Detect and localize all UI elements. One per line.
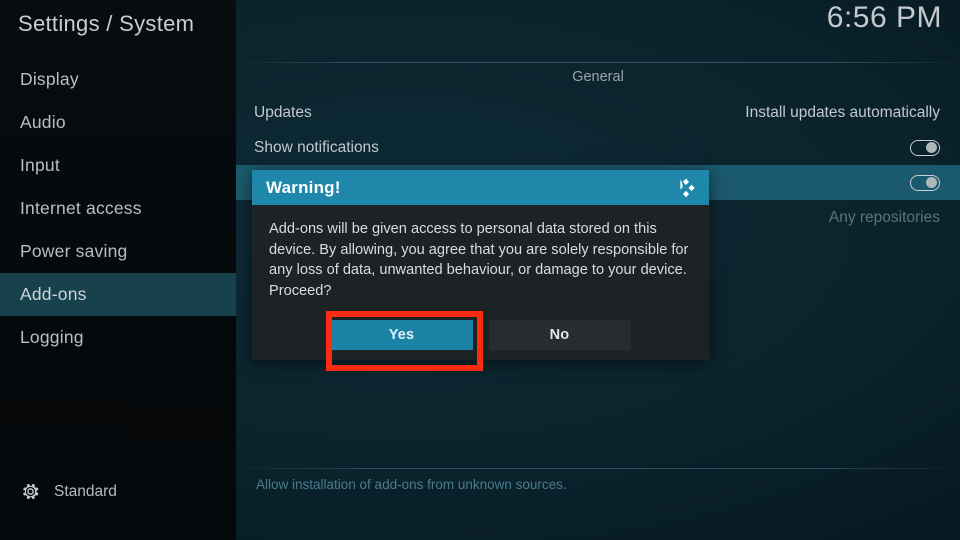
sidebar-item-label: Display bbox=[20, 69, 79, 89]
dialog-message: Add-ons will be given access to personal… bbox=[269, 221, 689, 299]
setting-value: Install updates automatically bbox=[745, 103, 940, 121]
sidebar-item-display[interactable]: Display bbox=[0, 58, 236, 101]
sidebar: Display Audio Input Internet access Powe… bbox=[0, 0, 236, 540]
setting-row-show-notifications[interactable]: Show notifications bbox=[236, 130, 960, 165]
clock: 6:56 PM bbox=[826, 1, 942, 34]
sidebar-item-input[interactable]: Input bbox=[0, 144, 236, 187]
sidebar-item-label: Internet access bbox=[20, 198, 142, 218]
sidebar-item-audio[interactable]: Audio bbox=[0, 101, 236, 144]
yes-button[interactable]: Yes bbox=[330, 320, 473, 350]
sidebar-item-add-ons[interactable]: Add-ons bbox=[0, 273, 236, 316]
unknown-sources-toggle[interactable] bbox=[910, 174, 940, 191]
dialog-title: Warning! bbox=[266, 177, 341, 197]
kodi-logo-icon bbox=[673, 176, 697, 200]
setting-label: Show notifications bbox=[254, 138, 379, 156]
dialog-body: Add-ons will be given access to personal… bbox=[252, 205, 709, 301]
footer-divider bbox=[236, 468, 960, 469]
sidebar-item-label: Add-ons bbox=[20, 284, 87, 304]
sidebar-item-power-saving[interactable]: Power saving bbox=[0, 230, 236, 273]
notifications-toggle[interactable] bbox=[910, 139, 940, 156]
sidebar-item-internet-access[interactable]: Internet access bbox=[0, 187, 236, 230]
sidebar-item-label: Input bbox=[20, 155, 60, 175]
no-button[interactable]: No bbox=[488, 320, 631, 350]
setting-value: Any repositories bbox=[828, 208, 940, 226]
help-description: Allow installation of add-ons from unkno… bbox=[256, 477, 567, 492]
kodi-settings-screen: Display Audio Input Internet access Powe… bbox=[0, 0, 960, 540]
toggle-knob bbox=[926, 176, 938, 188]
dialog-titlebar: Warning! bbox=[252, 170, 709, 205]
sidebar-item-label: Audio bbox=[20, 112, 66, 132]
dialog-button-row: Yes No bbox=[252, 320, 709, 350]
header-divider bbox=[236, 62, 960, 63]
sidebar-item-label: Power saving bbox=[20, 241, 128, 261]
warning-dialog: Warning! Add-ons will be given access to… bbox=[252, 170, 709, 360]
gear-icon bbox=[20, 481, 41, 502]
sidebar-item-logging[interactable]: Logging bbox=[0, 316, 236, 359]
setting-label: Updates bbox=[254, 103, 312, 121]
section-header-general: General bbox=[572, 69, 624, 85]
settings-level-selector[interactable]: Standard bbox=[20, 481, 117, 502]
setting-row-updates[interactable]: Updates Install updates automatically bbox=[236, 95, 960, 130]
sidebar-nav-list: Display Audio Input Internet access Powe… bbox=[0, 58, 236, 359]
settings-level-label: Standard bbox=[54, 482, 117, 500]
sidebar-item-label: Logging bbox=[20, 327, 84, 347]
page-title: Settings / System bbox=[18, 11, 195, 36]
toggle-knob bbox=[926, 141, 938, 153]
